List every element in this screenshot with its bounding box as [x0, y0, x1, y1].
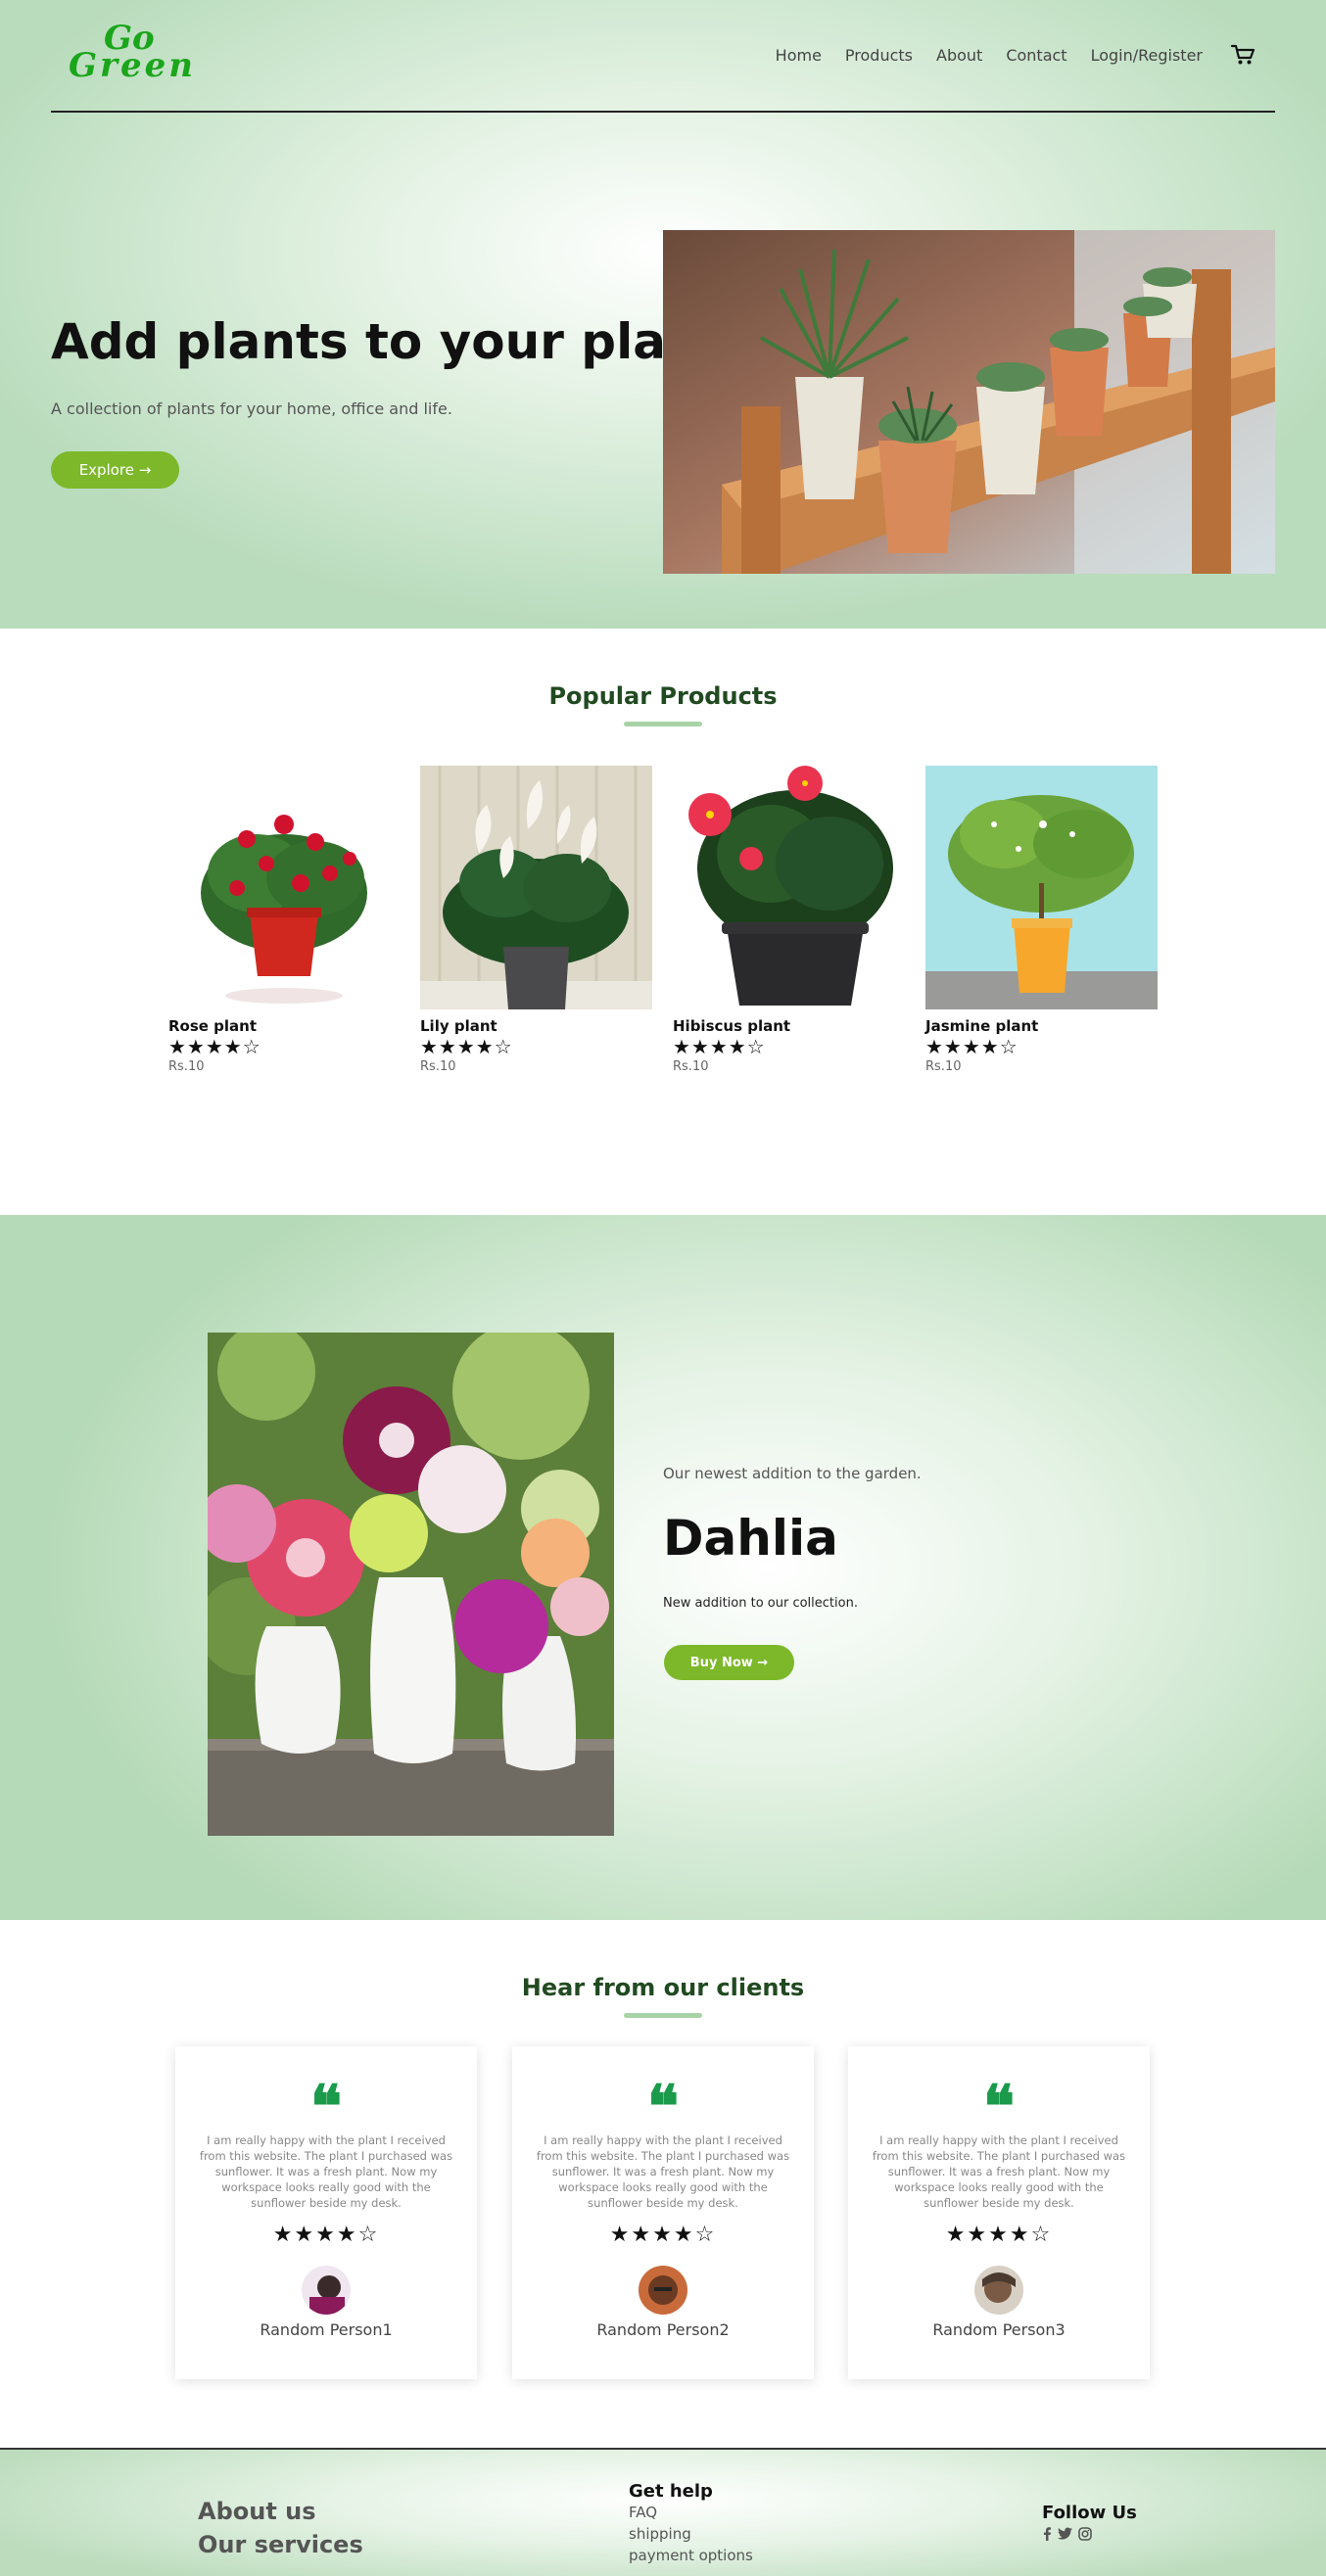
nav-login-register[interactable]: Login/Register [1091, 46, 1203, 65]
product-card[interactable]: Rose plant ★★★★☆ Rs.10 [168, 766, 401, 1079]
quote-icon: ❝ [982, 2073, 1016, 2141]
logo[interactable]: Go Green [69, 22, 206, 82]
top-nav: Home Products About Contact Login/Regist… [776, 43, 1255, 67]
testimonial-rating: ★★★★☆ [945, 2223, 1053, 2247]
nav-about[interactable]: About [936, 46, 982, 65]
testimonial-card: ❝ I am really happy with the plant I rec… [512, 2046, 814, 2379]
testimonial-text: I am really happy with the plant I recei… [536, 2133, 790, 2210]
twitter-icon[interactable] [1058, 2527, 1072, 2545]
dahlia-image [208, 1333, 614, 1836]
rose-plant-image [168, 766, 401, 1009]
testimonial-text: I am really happy with the plant I recei… [199, 2133, 453, 2210]
jasmine-plant-image [925, 766, 1158, 1009]
about-us-link[interactable]: About us [198, 2495, 363, 2528]
nav-home[interactable]: Home [776, 46, 822, 65]
featured-kicker: Our newest addition to the garden. [663, 1465, 922, 1482]
logo-line2: Green [69, 46, 196, 85]
testimonial-card: ❝ I am really happy with the plant I rec… [848, 2046, 1150, 2379]
product-rating: ★★★★☆ [925, 1035, 1018, 1058]
popular-products-title: Popular Products [548, 682, 778, 710]
product-card[interactable]: Jasmine plant ★★★★☆ Rs.10 [925, 766, 1158, 1079]
avatar [302, 2266, 351, 2315]
avatar [974, 2266, 1023, 2315]
product-card[interactable]: Lily plant ★★★★☆ Rs.10 [420, 766, 652, 1079]
nav-products[interactable]: Products [845, 46, 913, 65]
avatar [639, 2266, 687, 2315]
quote-icon: ❝ [646, 2073, 680, 2141]
product-rating: ★★★★☆ [168, 1035, 261, 1058]
lily-plant-image [420, 766, 652, 1009]
featured-title: Dahlia [663, 1510, 838, 1567]
help-title: Get help [629, 2481, 713, 2502]
product-name[interactable]: Lily plant [420, 1017, 652, 1035]
product-price: Rs.10 [925, 1059, 962, 1074]
testimonial-card: ❝ I am really happy with the plant I rec… [175, 2046, 477, 2379]
footer-follow: Follow Us [1042, 2503, 1137, 2545]
nav-contact[interactable]: Contact [1006, 46, 1066, 65]
product-price: Rs.10 [673, 1059, 709, 1074]
instagram-icon[interactable] [1078, 2527, 1092, 2545]
testimonial-name: Random Person2 [596, 2320, 730, 2339]
footer-help: Get help FAQ shipping payment options [629, 2481, 753, 2566]
testimonials-title-underline [624, 2013, 702, 2018]
payment-options-link[interactable]: payment options [629, 2545, 753, 2566]
follow-title: Follow Us [1042, 2503, 1137, 2523]
testimonial-rating: ★★★★☆ [272, 2223, 380, 2247]
cart-icon[interactable] [1230, 43, 1255, 67]
nav-divider [51, 111, 1275, 113]
faq-link[interactable]: FAQ [629, 2502, 753, 2523]
testimonials-title: Hear from our clients [521, 1974, 805, 2001]
product-name[interactable]: Hibiscus plant [673, 1017, 905, 1035]
testimonial-name: Random Person1 [260, 2320, 393, 2339]
footer-about: About us Our services [198, 2495, 363, 2561]
facebook-icon[interactable] [1042, 2527, 1052, 2545]
product-name[interactable]: Rose plant [168, 1017, 401, 1035]
explore-button[interactable]: Explore → [51, 451, 179, 489]
product-rating: ★★★★☆ [673, 1035, 766, 1058]
product-name[interactable]: Jasmine plant [925, 1017, 1158, 1035]
popular-title-underline [624, 722, 702, 726]
our-services-link[interactable]: Our services [198, 2528, 363, 2561]
hero-title: Add plants to your place [51, 313, 729, 370]
featured-description: New addition to our collection. [663, 1596, 858, 1611]
featured-section [0, 1215, 1326, 1920]
hero-subtitle: A collection of plants for your home, of… [51, 399, 452, 418]
product-price: Rs.10 [420, 1059, 456, 1074]
testimonial-name: Random Person3 [932, 2320, 1066, 2339]
hero-plants-image [663, 230, 1275, 574]
product-rating: ★★★★☆ [420, 1035, 513, 1058]
testimonial-rating: ★★★★☆ [609, 2223, 717, 2247]
testimonial-text: I am really happy with the plant I recei… [872, 2133, 1126, 2210]
product-price: Rs.10 [168, 1059, 205, 1074]
quote-icon: ❝ [309, 2073, 343, 2141]
shipping-link[interactable]: shipping [629, 2523, 753, 2545]
hibiscus-plant-image [673, 766, 905, 1009]
buy-now-button[interactable]: Buy Now → [664, 1645, 794, 1680]
product-card[interactable]: Hibiscus plant ★★★★☆ Rs.10 [673, 766, 905, 1079]
